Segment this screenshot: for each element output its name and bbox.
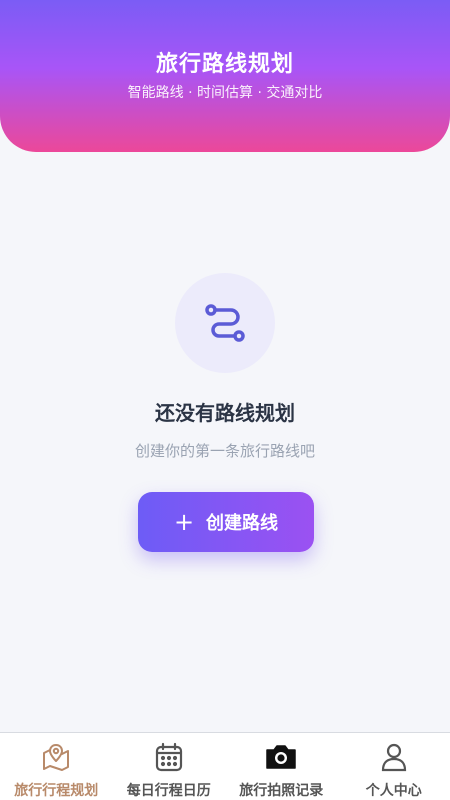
create-route-label: 创建路线 bbox=[206, 513, 279, 534]
page-title: 旅行路线规划 bbox=[155, 52, 294, 77]
empty-state-title: 还没有路线规划 bbox=[155, 401, 295, 425]
tab-label: 旅行行程规划 bbox=[14, 783, 99, 799]
route-icon bbox=[205, 304, 245, 342]
tab-label: 旅行拍照记录 bbox=[239, 783, 324, 799]
tab-profile[interactable]: 个人中心 bbox=[338, 733, 450, 800]
tab-label: 个人中心 bbox=[365, 783, 422, 799]
tab-trip-planning[interactable]: 旅行行程规划 bbox=[0, 733, 113, 800]
empty-state-icon-circle bbox=[175, 273, 275, 373]
bottom-tab-bar: 旅行行程规划 每日行程日历 旅行拍照记录 个人中心 bbox=[0, 732, 450, 800]
tab-photo-records[interactable]: 旅行拍照记录 bbox=[225, 733, 338, 800]
empty-state-description: 创建你的第一条旅行路线吧 bbox=[134, 442, 315, 460]
page-subtitle: 智能路线 · 时间估算 · 交通对比 bbox=[127, 85, 323, 101]
user-icon bbox=[376, 739, 412, 774]
calendar-icon bbox=[151, 739, 187, 774]
camera-icon bbox=[263, 739, 299, 774]
map-pin-icon bbox=[38, 739, 74, 774]
create-route-button[interactable]: + 创建路线 bbox=[138, 492, 314, 552]
tab-label: 每日行程日历 bbox=[126, 783, 211, 799]
header-banner: 旅行路线规划 智能路线 · 时间估算 · 交通对比 bbox=[0, 0, 450, 152]
plus-icon: + bbox=[173, 508, 195, 536]
tab-daily-calendar[interactable]: 每日行程日历 bbox=[113, 733, 226, 800]
